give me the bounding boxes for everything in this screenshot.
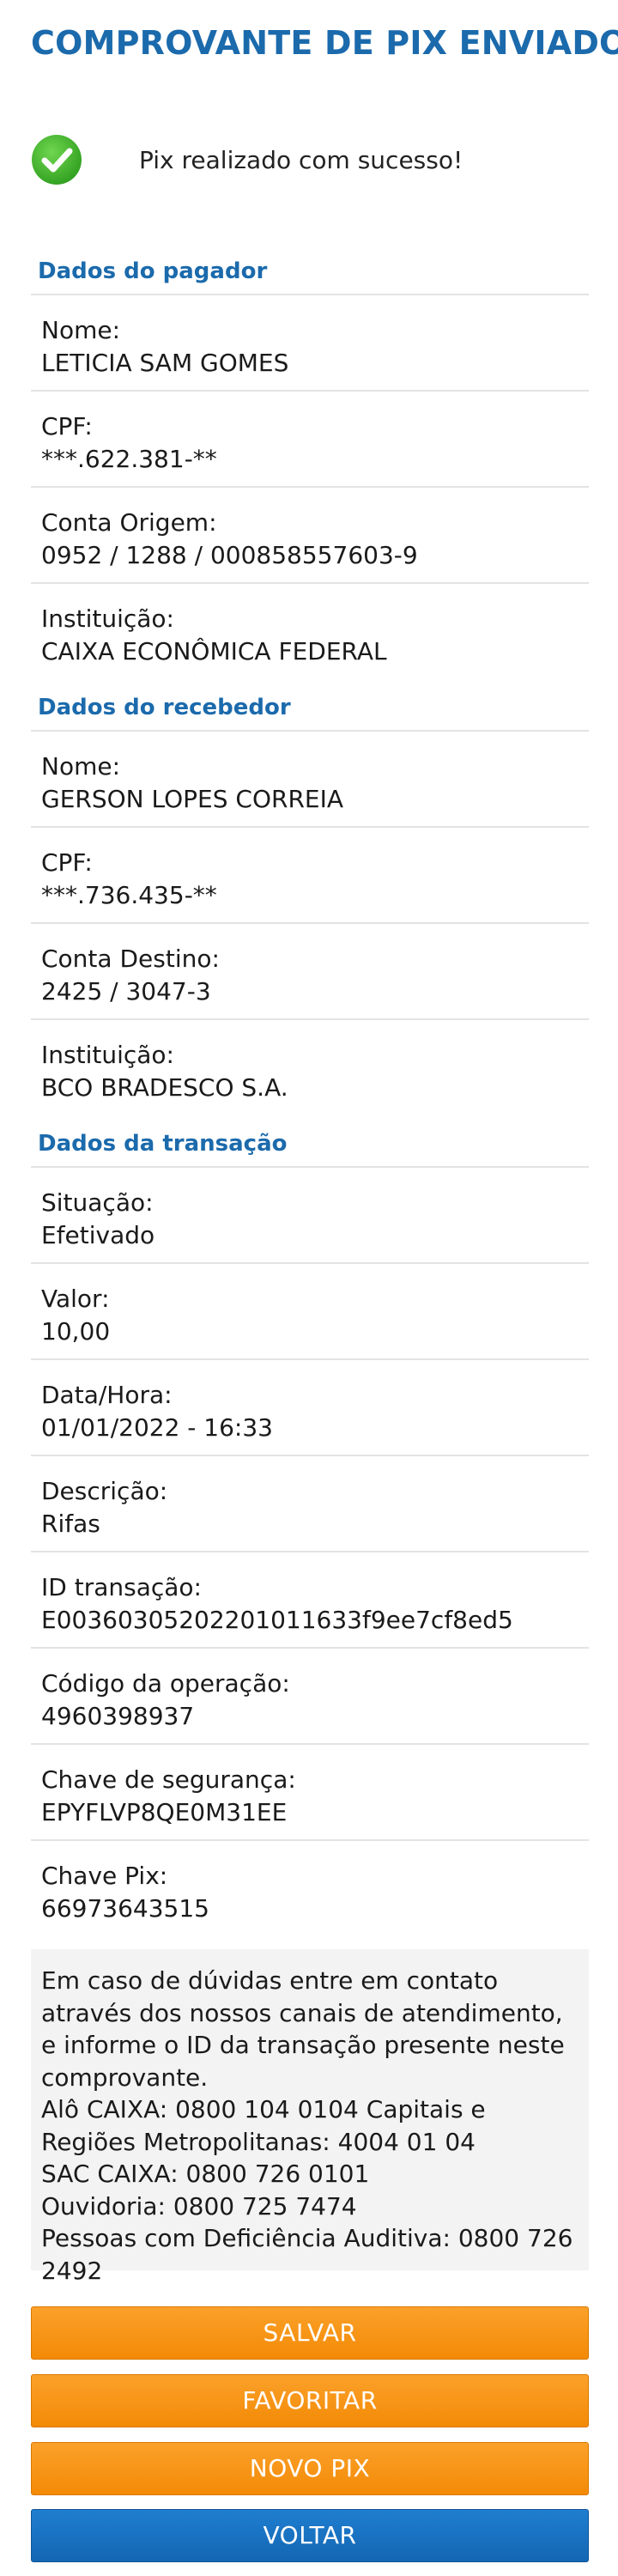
field-label: CPF: (41, 412, 93, 440)
field-value: ***.736.435-** (41, 881, 217, 909)
contact-line-accessibility: Pessoas com Deficiência Auditiva: 0800 7… (41, 2224, 573, 2285)
contact-line-sac: SAC CAIXA: 0800 726 0101 (41, 2160, 370, 2188)
field-value: Efetivado (41, 1221, 155, 1249)
receiver-section: Dados do recebedor Nome: GERSON LOPES CO… (31, 680, 589, 1116)
transaction-section: Dados da transação Situação: Efetivado V… (31, 1116, 589, 1937)
field-label: Data/Hora: (41, 1381, 173, 1409)
field-label: Conta Destino: (41, 945, 220, 973)
field-label: Instituição: (41, 605, 174, 633)
receiver-name-field: Nome: GERSON LOPES CORREIA (31, 732, 589, 828)
field-value: 0952 / 1288 / 000858557603-9 (41, 541, 418, 569)
receiver-account-field: Conta Destino: 2425 / 3047-3 (31, 924, 589, 1020)
payer-institution-field: Instituição: CAIXA ECONÔMICA FEDERAL (31, 584, 589, 680)
field-label: Nome: (41, 752, 121, 781)
contact-info-box: Em caso de dúvidas entre em contato atra… (31, 1949, 589, 2285)
info-text: Em caso de dúvidas entre em contato atra… (41, 1966, 565, 2092)
contact-line-alo-caixa: Alô CAIXA: 0800 104 0104 Capitais e Regi… (41, 2095, 486, 2156)
transaction-status-field: Situação: Efetivado (31, 1168, 589, 1264)
transaction-description-field: Descrição: Rifas (31, 1456, 589, 1552)
field-label: Nome: (41, 316, 121, 344)
check-circle-icon (32, 135, 82, 185)
payer-section: Dados do pagador Nome: LETICIA SAM GOMES… (31, 244, 589, 680)
new-pix-button[interactable]: NOVO PIX (31, 2442, 589, 2495)
field-label: Chave de segurança: (41, 1765, 296, 1794)
success-text: Pix realizado com sucesso! (139, 146, 464, 174)
field-label: Valor: (41, 1285, 110, 1313)
field-value: BCO BRADESCO S.A. (41, 1073, 288, 1102)
payer-cpf-field: CPF: ***.622.381-** (31, 392, 589, 488)
field-label: CPF: (41, 848, 93, 877)
section-title-transaction: Dados da transação (31, 1116, 589, 1168)
payer-name-field: Nome: LETICIA SAM GOMES (31, 295, 589, 392)
field-value: CAIXA ECONÔMICA FEDERAL (41, 637, 387, 665)
pix-key-field: Chave Pix: 66973643515 (31, 1841, 589, 1937)
transaction-datetime-field: Data/Hora: 01/01/2022 - 16:33 (31, 1360, 589, 1456)
field-value: Rifas (41, 1510, 100, 1538)
contact-line-ouvidoria: Ouvidoria: 0800 725 7474 (41, 2191, 357, 2221)
field-value: EPYFLVP8QE0M31EE (41, 1798, 288, 1826)
field-value: 01/01/2022 - 16:33 (41, 1413, 273, 1442)
field-value: GERSON LOPES CORREIA (41, 785, 343, 813)
field-value: 4960398937 (41, 1702, 195, 1730)
success-message: Pix realizado com sucesso! (31, 132, 589, 187)
back-button[interactable]: VOLTAR (31, 2509, 589, 2562)
field-value: LETICIA SAM GOMES (41, 349, 289, 377)
field-value: 10,00 (41, 1317, 111, 1346)
page-title: COMPROVANTE DE PIX ENVIADO (31, 24, 618, 62)
field-label: Chave Pix: (41, 1862, 168, 1890)
favorite-button[interactable]: FAVORITAR (31, 2374, 589, 2427)
operation-code-field: Código da operação: 4960398937 (31, 1649, 589, 1745)
field-value: 2425 / 3047-3 (41, 977, 211, 1005)
save-button[interactable]: SALVAR (31, 2306, 589, 2360)
field-label: Instituição: (41, 1041, 174, 1069)
field-label: Descrição: (41, 1477, 168, 1505)
security-key-field: Chave de segurança: EPYFLVP8QE0M31EE (31, 1745, 589, 1841)
field-label: ID transação: (41, 1573, 202, 1601)
payer-account-field: Conta Origem: 0952 / 1288 / 000858557603… (31, 488, 589, 584)
receiver-institution-field: Instituição: BCO BRADESCO S.A. (31, 1020, 589, 1116)
section-title-receiver: Dados do recebedor (31, 680, 589, 732)
field-label: Conta Origem: (41, 508, 217, 537)
receipt-details: Dados do pagador Nome: LETICIA SAM GOMES… (31, 244, 589, 1937)
section-title-payer: Dados do pagador (31, 244, 589, 295)
field-label: Código da operação: (41, 1669, 290, 1698)
field-value: E00360305202201011633f9ee7cf8ed5 (41, 1606, 513, 1634)
field-label: Situação: (41, 1188, 154, 1217)
field-value: 66973643515 (41, 1894, 209, 1923)
transaction-id-field: ID transação: E00360305202201011633f9ee7… (31, 1552, 589, 1649)
field-value: ***.622.381-** (41, 445, 217, 473)
receiver-cpf-field: CPF: ***.736.435-** (31, 828, 589, 924)
transaction-amount-field: Valor: 10,00 (31, 1264, 589, 1360)
